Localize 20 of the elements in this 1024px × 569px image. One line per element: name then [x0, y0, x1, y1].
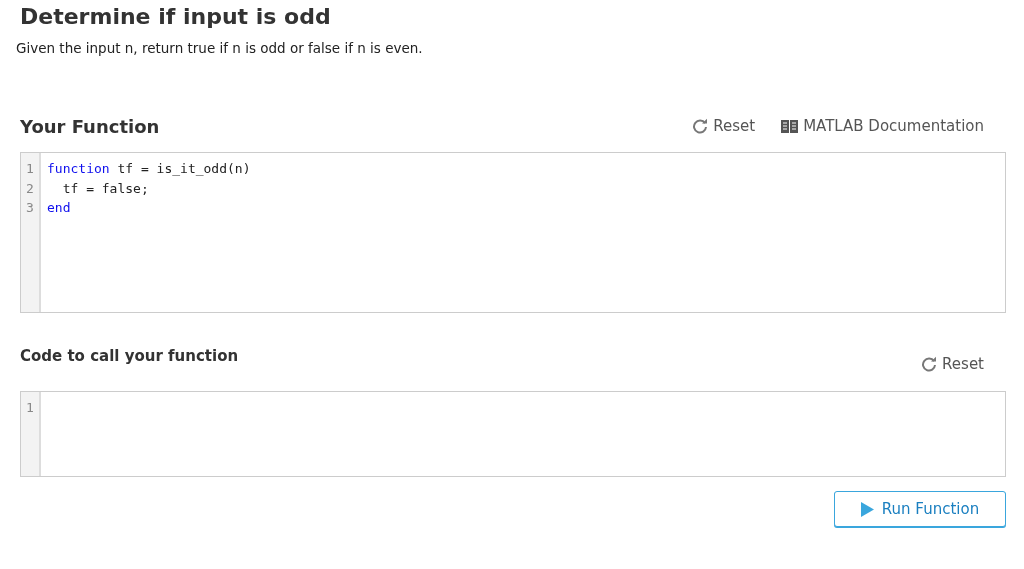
code-line: end [47, 200, 71, 215]
reset-button[interactable]: Reset [921, 355, 984, 373]
line-number: 1 [26, 160, 34, 178]
run-function-button[interactable]: Run Function [834, 491, 1006, 527]
code-line: tf = false; [61, 180, 149, 196]
reset-icon [921, 356, 938, 372]
problem-description: Given the input n, return true if n is odd or false if n is even. [16, 40, 424, 56]
section-heading: Your Function [20, 115, 160, 137]
page-title: Determine if input is odd [20, 3, 332, 31]
book-icon [781, 119, 799, 133]
line-number: 3 [26, 199, 34, 217]
reset-icon [692, 118, 709, 134]
documentation-link[interactable]: MATLAB Documentation [781, 117, 984, 135]
play-icon [860, 501, 874, 517]
code-line: function tf = is_it_odd(n) [47, 161, 251, 176]
line-number: 2 [26, 179, 34, 198]
reset-button[interactable]: Reset [692, 117, 756, 135]
line-number: 1 [26, 399, 34, 417]
code-editor[interactable]: 1 2 3 function tf = is_it_odd(n) tf = false; end [20, 152, 1006, 313]
section-heading: Code to call your function [20, 347, 239, 365]
